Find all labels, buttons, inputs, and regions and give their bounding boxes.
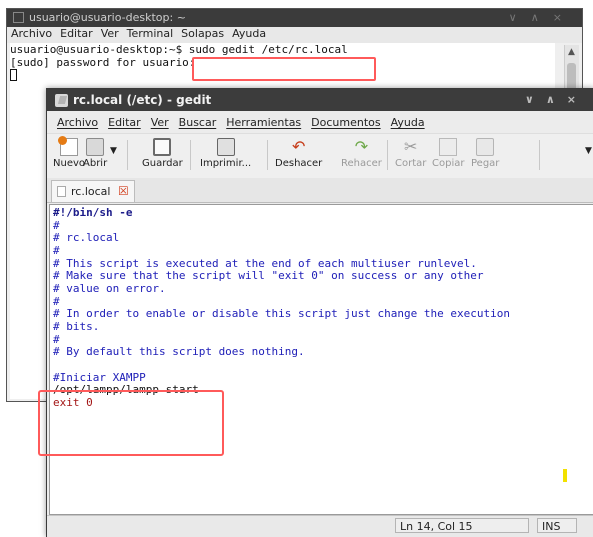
terminal-menu-editar[interactable]: Editar xyxy=(60,27,93,40)
terminal-title: usuario@usuario-desktop: ~ xyxy=(29,11,186,24)
tab-label: rc.local xyxy=(71,185,111,198)
new-button[interactable]: Nuevo xyxy=(53,136,85,169)
code-line: # By default this script does nothing. xyxy=(53,345,305,359)
toolbar-overflow-icon[interactable]: ▼ xyxy=(585,146,592,156)
menu-buscar[interactable]: Buscar xyxy=(179,116,217,129)
menu-archivo[interactable]: Archivo xyxy=(57,116,98,129)
gedit-statusbar: Ln 14, Col 15 INS xyxy=(47,515,593,537)
menu-editar[interactable]: Editar xyxy=(108,116,141,129)
code-line: #!/bin/sh -e xyxy=(53,206,133,219)
code-line: # xyxy=(53,218,60,232)
close-tab-icon[interactable]: ☒ xyxy=(118,184,129,198)
redo-arrow-icon: ↷ xyxy=(354,137,369,156)
insert-mode-indicator[interactable]: INS xyxy=(537,518,577,533)
gedit-titlebar[interactable]: rc.local (/etc) - gedit ∨∧× xyxy=(47,89,593,111)
window-controls[interactable]: ∨∧× xyxy=(509,11,576,24)
new-document-icon xyxy=(58,136,78,156)
terminal-menu-ayuda[interactable]: Ayuda xyxy=(232,27,266,40)
save-icon xyxy=(153,138,172,156)
menu-ver[interactable]: Ver xyxy=(151,116,169,129)
open-button[interactable]: Abrir xyxy=(83,138,107,169)
code-line: # bits. xyxy=(53,319,100,333)
document-tabs: rc.local ☒ xyxy=(47,178,593,203)
scissors-icon: ✂ xyxy=(403,137,418,156)
terminal-menu-archivo[interactable]: Archivo xyxy=(11,27,52,40)
code-line: # Make sure that the script will "exit 0… xyxy=(53,269,484,283)
undo-arrow-icon: ↶ xyxy=(291,137,306,156)
text-cursor-marker xyxy=(563,469,567,482)
menu-documentos[interactable]: Documentos xyxy=(311,116,380,129)
menu-ayuda[interactable]: Ayuda xyxy=(391,116,425,129)
save-button[interactable]: Guardar xyxy=(142,138,183,169)
code-line: # This script is executed at the end of … xyxy=(53,256,477,270)
terminal-line-command: usuario@usuario-desktop:~$ sudo gedit /e… xyxy=(10,43,348,56)
code-line: # xyxy=(53,243,60,257)
toolbar-separator xyxy=(190,140,191,170)
gedit-menubar: Archivo Editar Ver Buscar Herramientas Docume… xyxy=(47,111,593,133)
command-highlight-box xyxy=(192,57,376,81)
tab-rc-local[interactable]: rc.local ☒ xyxy=(51,180,135,202)
cursor-position: Ln 14, Col 15 xyxy=(395,518,529,533)
terminal-menu-solapas[interactable]: Solapas xyxy=(181,27,224,40)
text-editor-area[interactable]: #!/bin/sh -e # # rc.local # # This scrip… xyxy=(49,204,593,515)
printer-icon xyxy=(216,138,235,156)
undo-button[interactable]: ↶ Deshacer xyxy=(275,137,322,170)
paste-button[interactable]: Pegar xyxy=(471,138,499,169)
text-file-icon xyxy=(57,186,66,197)
code-content: #!/bin/sh -e # # rc.local # # This scrip… xyxy=(53,206,510,410)
open-recent-dropdown[interactable]: ▼ xyxy=(110,146,117,156)
terminal-titlebar[interactable]: usuario@usuario-desktop: ~ ∨∧× xyxy=(7,9,582,27)
xampp-lines-highlight-box xyxy=(38,390,224,456)
code-line: #Iniciar XAMPP xyxy=(53,370,146,384)
menu-herramientas[interactable]: Herramientas xyxy=(226,116,301,129)
terminal-menu-ver[interactable]: Ver xyxy=(101,27,119,40)
code-line: # xyxy=(53,332,60,346)
open-folder-icon xyxy=(86,138,105,156)
cut-button[interactable]: ✂ Cortar xyxy=(395,137,426,170)
terminal-icon xyxy=(13,12,24,23)
toolbar-separator xyxy=(127,140,128,170)
terminal-menubar: Archivo Editar Ver Terminal Solapas Ayuda xyxy=(7,27,582,43)
gedit-window-controls[interactable]: ∨∧× xyxy=(525,93,588,106)
copy-icon xyxy=(439,138,458,156)
terminal-menu-terminal[interactable]: Terminal xyxy=(127,27,174,40)
code-line: # value on error. xyxy=(53,281,166,295)
gedit-title: rc.local (/etc) - gedit xyxy=(73,93,212,107)
code-line: # In order to enable or disable this scr… xyxy=(53,307,510,321)
gedit-toolbar: Nuevo Abrir ▼ Guardar Imprimir... ↶ Desh… xyxy=(47,133,593,179)
toolbar-separator xyxy=(387,140,388,170)
print-button[interactable]: Imprimir... xyxy=(200,138,251,169)
gedit-app-icon xyxy=(55,94,68,107)
copy-button[interactable]: Copiar xyxy=(432,138,464,169)
redo-button[interactable]: ↷ Rehacer xyxy=(341,137,382,170)
clipboard-icon xyxy=(476,138,495,156)
code-line: # rc.local xyxy=(53,231,120,245)
toolbar-separator xyxy=(539,140,540,170)
code-line: # xyxy=(53,294,60,308)
scroll-up-icon[interactable]: ▲ xyxy=(568,47,575,57)
gedit-window[interactable]: rc.local (/etc) - gedit ∨∧× Archivo Edita… xyxy=(46,88,593,537)
terminal-cursor xyxy=(10,69,17,81)
toolbar-separator xyxy=(267,140,268,170)
